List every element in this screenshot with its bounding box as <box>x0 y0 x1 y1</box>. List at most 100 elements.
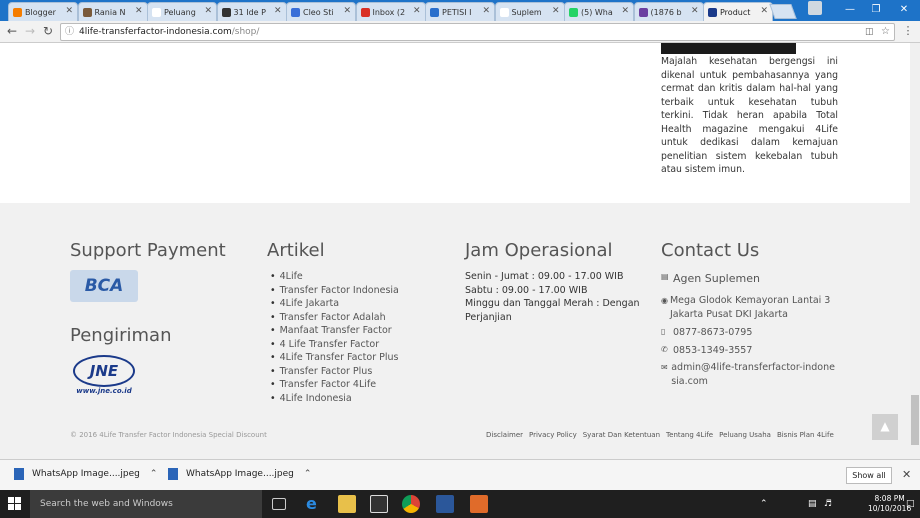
tab-favicon-icon <box>360 7 370 17</box>
new-tab-button[interactable] <box>769 4 797 19</box>
footer-link[interactable]: Bisnis Plan 4Life <box>777 431 834 439</box>
browser-tab[interactable]: PETISI I ✕ <box>425 2 495 21</box>
browser-tab[interactable]: Suplem ✕ <box>494 2 565 21</box>
word-icon[interactable] <box>436 495 454 513</box>
browser-tab[interactable]: Product ✕ <box>703 2 773 21</box>
tab-label: Rania N <box>94 7 126 17</box>
jam-weekday: Senin - Jumat : 09.00 - 17.00 WIB <box>465 271 624 282</box>
tab-close-icon[interactable]: ✕ <box>760 6 768 16</box>
browser-tab[interactable]: (1876 b ✕ <box>633 2 704 21</box>
phone-icon: ✆ <box>661 345 668 354</box>
taskbar-clock[interactable]: 8:08 PM 10/10/2016 <box>868 494 911 514</box>
download-item-2[interactable]: WhatsApp Image....jpeg ⌃ <box>168 468 311 480</box>
browser-tab[interactable]: 31 Ide P ✕ <box>216 2 287 21</box>
tab-close-icon[interactable]: ✕ <box>482 6 490 16</box>
artikel-link[interactable]: 4Life Indonesia <box>280 393 352 404</box>
menu-icon[interactable]: ⋮ <box>900 24 916 37</box>
close-window-button[interactable]: ✕ <box>890 2 918 18</box>
url-domain: 4life-transferfactor-indonesia.com <box>79 27 232 37</box>
artikel-link[interactable]: Transfer Factor 4Life <box>280 379 376 390</box>
scrollbar-thumb[interactable] <box>911 395 919 445</box>
close-icon[interactable]: ✕ <box>902 468 911 481</box>
reload-icon[interactable]: ↻ <box>40 24 56 38</box>
file-explorer-icon[interactable] <box>338 495 356 513</box>
edge-icon[interactable]: e <box>306 495 324 513</box>
tab-close-icon[interactable]: ✕ <box>343 6 351 16</box>
artikel-list-item: • Manfaat Transfer Factor <box>270 324 399 338</box>
browser-tab[interactable]: Rania N ✕ <box>77 2 148 21</box>
artikel-link[interactable]: 4Life <box>280 271 303 282</box>
contact-phone-2[interactable]: 0853-1349-3557 <box>673 345 752 356</box>
download-item-1[interactable]: WhatsApp Image....jpeg ⌃ <box>14 468 157 480</box>
tab-close-icon[interactable]: ✕ <box>204 6 212 16</box>
contact-address: Mega Glodok Kemayoran Lantai 3 Jakarta P… <box>669 295 831 320</box>
browser-tab-strip: Blogger ✕ Rania N ✕ Peluang ✕ 31 Ide P ✕ Cleo St… <box>0 0 920 21</box>
windows-taskbar: Search the web and Windows e ⌃ ▤ ♬ □ 8:0… <box>0 490 920 518</box>
back-arrow-icon[interactable]: ← <box>4 24 20 38</box>
tab-close-icon[interactable]: ✕ <box>65 6 73 16</box>
bookmark-star-icon[interactable]: ☆ <box>881 24 890 40</box>
volume-icon[interactable]: ♬ <box>824 499 832 509</box>
web-page: Majalah kesehatan bergengsi ini dikenal … <box>0 43 910 459</box>
store-icon[interactable] <box>370 495 388 513</box>
tab-close-icon[interactable]: ✕ <box>274 6 282 16</box>
artikel-list-item: • 4 Life Transfer Factor <box>270 338 399 352</box>
show-all-button[interactable]: Show all <box>846 467 892 484</box>
browser-tab[interactable]: Cleo Sti ✕ <box>286 2 356 21</box>
chevron-up-icon[interactable]: ⌃ <box>150 469 158 479</box>
artikel-link[interactable]: Manfaat Transfer Factor <box>280 325 392 336</box>
forward-arrow-icon[interactable]: → <box>22 24 38 38</box>
browser-tab[interactable]: Inbox (2 ✕ <box>355 2 426 21</box>
tab-close-icon[interactable]: ✕ <box>621 6 629 16</box>
page-info-icon[interactable]: ⓘ <box>65 24 74 40</box>
taskbar-search-box[interactable]: Search the web and Windows <box>30 490 262 518</box>
artikel-link[interactable]: 4Life Transfer Factor Plus <box>280 352 399 363</box>
browser-toolbar: ← → ↻ ⓘ 4life-transferfactor-indonesia.c… <box>0 21 920 43</box>
mobile-phone-icon: ▯ <box>661 327 666 336</box>
footer-link[interactable]: Peluang Usaha <box>719 431 771 439</box>
tab-favicon-icon <box>291 7 300 17</box>
minimize-button[interactable]: — <box>836 2 864 18</box>
translate-icon[interactable]: ◫ <box>865 24 874 40</box>
task-view-icon[interactable] <box>272 498 286 510</box>
artikel-heading: Artikel <box>267 240 325 261</box>
scroll-to-top-button[interactable]: ▲ <box>872 414 898 440</box>
restore-button[interactable]: ❐ <box>862 2 890 18</box>
browser-tab[interactable]: Peluang ✕ <box>147 2 217 21</box>
tray-chevron-up-icon[interactable]: ⌃ <box>760 499 768 509</box>
chrome-icon[interactable] <box>402 495 420 513</box>
artikel-link[interactable]: Transfer Factor Plus <box>280 366 373 377</box>
browser-tab[interactable]: (5) Wha ✕ <box>564 2 634 21</box>
footer-link[interactable]: Tentang 4Life <box>666 431 713 439</box>
page-scrollbar[interactable] <box>910 43 920 459</box>
tab-close-icon[interactable]: ✕ <box>552 6 560 16</box>
tab-close-icon[interactable]: ✕ <box>135 6 143 16</box>
address-bar[interactable]: ⓘ 4life-transferfactor-indonesia.com/sho… <box>60 23 895 41</box>
footer-link[interactable]: Syarat Dan Ketentuan <box>583 431 660 439</box>
artikel-link[interactable]: 4Life Jakarta <box>280 298 339 309</box>
footer-link[interactable]: Privacy Policy <box>529 431 577 439</box>
artikel-list-item: • 4Life Jakarta <box>270 297 399 311</box>
chevron-up-icon[interactable]: ⌃ <box>304 469 312 479</box>
bullet-icon: • <box>270 392 276 404</box>
tab-close-icon[interactable]: ✕ <box>691 6 699 16</box>
footer-link[interactable]: Disclaimer <box>486 431 523 439</box>
bca-logo-text: BCA <box>84 276 124 296</box>
artikel-link[interactable]: Transfer Factor Adalah <box>280 312 386 323</box>
artikel-list-item: • Transfer Factor 4Life <box>270 378 399 392</box>
windows-start-icon[interactable] <box>8 497 22 511</box>
contact-phone-1[interactable]: 0877-8673-0795 <box>673 327 752 338</box>
clock-date: 10/10/2016 <box>868 504 912 513</box>
jne-logo-text: JNE <box>89 362 119 380</box>
artikel-link[interactable]: 4 Life Transfer Factor <box>280 339 380 350</box>
browser-tab[interactable]: Blogger ✕ <box>8 2 78 21</box>
contact-email[interactable]: admin@4life-transferfactor-indonesia.com <box>671 361 836 388</box>
app-icon[interactable] <box>470 495 488 513</box>
profile-icon[interactable] <box>808 1 822 15</box>
tab-label: (1876 b <box>650 7 682 17</box>
tab-close-icon[interactable]: ✕ <box>413 6 421 16</box>
jam-operasional-text: Senin - Jumat : 09.00 - 17.00 WIB Sabtu … <box>465 270 645 324</box>
artikel-link[interactable]: Transfer Factor Indonesia <box>280 285 399 296</box>
network-icon[interactable]: ▤ <box>808 499 817 509</box>
tab-label: Cleo Sti <box>303 7 334 17</box>
